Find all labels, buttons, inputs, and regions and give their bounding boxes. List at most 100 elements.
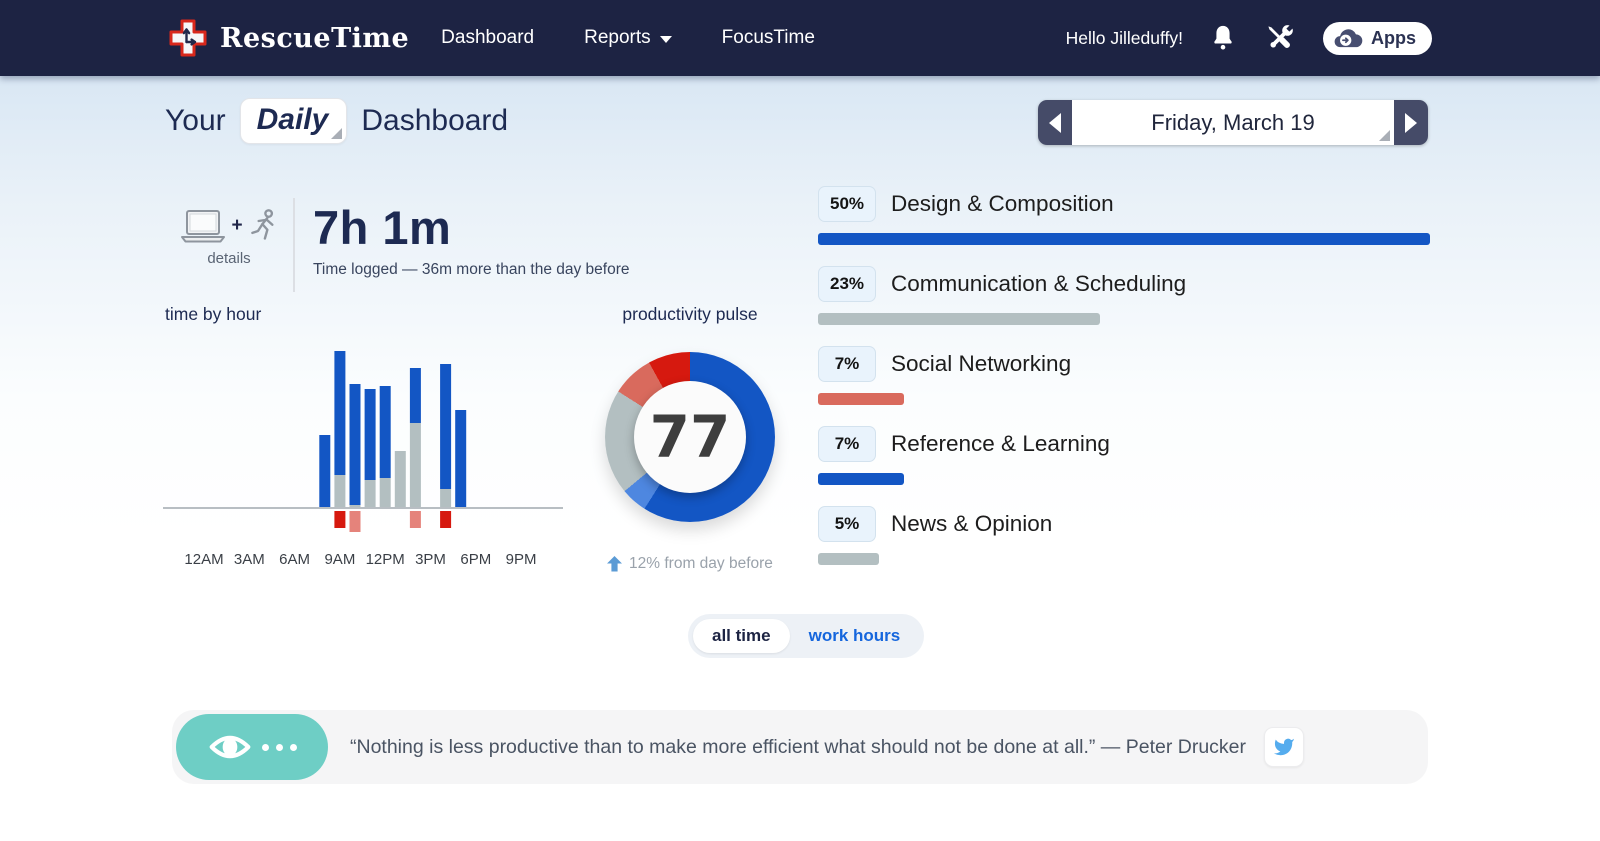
pulse-delta-text: 12% from day before xyxy=(629,555,773,572)
category-bar xyxy=(818,553,880,565)
category-percent-badge: 50% xyxy=(818,186,876,222)
quote-menu-button[interactable] xyxy=(176,714,328,780)
ellipsis-icon xyxy=(261,743,297,751)
category-percent-badge: 23% xyxy=(818,266,876,302)
nav-item-dashboard[interactable]: Dashboard xyxy=(441,27,534,49)
category-row: 5% News & Opinion xyxy=(818,506,1430,574)
hour-bar-productive xyxy=(455,410,467,508)
nav-links: Dashboard Reports FocusTime xyxy=(441,27,815,49)
hour-bar-neutral xyxy=(379,478,391,508)
x-axis-label: 12AM xyxy=(184,551,223,568)
category-row: 7% Reference & Learning xyxy=(818,426,1430,494)
hour-bar-neutral xyxy=(440,489,452,508)
hour-bar-neutral xyxy=(409,423,421,508)
x-axis-label: 3PM xyxy=(415,551,446,568)
x-axis-label: 6AM xyxy=(279,551,310,568)
apps-button-label: Apps xyxy=(1371,27,1416,48)
category-list: 50% Design & Composition 23% Communication … xyxy=(818,186,1430,586)
title-prefix: Your xyxy=(165,104,226,137)
category-row: 7% Social Networking xyxy=(818,346,1430,414)
productivity-pulse-donut: 77 xyxy=(605,352,775,522)
hour-bar-distracting xyxy=(334,511,346,528)
pulse-score: 77 xyxy=(649,403,731,471)
period-selector[interactable]: Daily xyxy=(239,98,348,144)
hour-bar-distracting xyxy=(349,511,361,532)
previous-day-button[interactable] xyxy=(1038,100,1072,145)
nav-item-reports[interactable]: Reports xyxy=(584,27,672,49)
chevron-down-icon xyxy=(659,36,672,43)
details-link-icons[interactable]: + xyxy=(165,208,293,244)
rescuetime-cross-icon xyxy=(168,18,208,58)
runner-icon xyxy=(248,208,278,244)
next-day-button[interactable] xyxy=(1394,100,1428,145)
time-logged-value: 7h 1m xyxy=(313,201,452,254)
tweet-quote-button[interactable] xyxy=(1264,727,1305,767)
hour-bar-productive xyxy=(334,351,346,475)
category-label[interactable]: Social Networking xyxy=(891,351,1071,377)
corner-triangle-icon xyxy=(1379,130,1390,141)
category-bar xyxy=(818,313,1100,325)
category-row: 50% Design & Composition xyxy=(818,186,1430,254)
x-axis-label: 12PM xyxy=(366,551,405,568)
settings-tools-icon[interactable] xyxy=(1263,21,1297,55)
notifications-bell-icon[interactable] xyxy=(1209,23,1237,53)
nav-item-focustime[interactable]: FocusTime xyxy=(722,27,815,49)
time-filter-toggle: all time work hours xyxy=(688,614,925,658)
quote-bar: “Nothing is less productive than to make… xyxy=(172,710,1428,784)
toggle-all-time[interactable]: all time xyxy=(693,619,790,653)
category-percent-badge: 7% xyxy=(818,346,876,382)
hour-bar-neutral xyxy=(394,451,406,508)
details-link[interactable]: details xyxy=(165,250,293,267)
time-logged-summary: + details 7h 1m Time logged — 36m more t… xyxy=(165,198,630,292)
donut-center: 77 xyxy=(634,381,746,493)
navbar: RescueTime Dashboard Reports FocusTime Hel… xyxy=(0,0,1600,76)
x-axis-label: 9AM xyxy=(324,551,355,568)
category-percent-badge: 5% xyxy=(818,506,876,542)
productivity-pulse-title: productivity pulse xyxy=(622,304,758,324)
arrow-up-icon xyxy=(607,556,623,572)
category-percent-badge: 7% xyxy=(818,426,876,462)
quote-text: “Nothing is less productive than to make… xyxy=(350,735,1247,758)
category-row: 23% Communication & Scheduling xyxy=(818,266,1430,334)
title-suffix: Dashboard xyxy=(361,104,509,137)
hour-bar-productive xyxy=(409,368,421,423)
x-axis-label: 6PM xyxy=(460,551,491,568)
x-axis-label: 9PM xyxy=(506,551,537,568)
hour-bar-productive xyxy=(364,389,376,480)
category-label[interactable]: Communication & Scheduling xyxy=(891,271,1186,297)
arrow-left-icon xyxy=(1049,112,1061,133)
corner-triangle-icon xyxy=(331,128,343,139)
category-bar xyxy=(818,473,904,485)
category-bar xyxy=(818,233,1430,245)
hour-bar-distracting xyxy=(440,511,452,528)
category-bar xyxy=(818,393,904,405)
page-title: Your Daily Dashboard xyxy=(165,98,508,144)
hour-bar-neutral xyxy=(334,475,346,508)
period-selector-value: Daily xyxy=(256,103,329,136)
hour-bar-distracting xyxy=(409,511,421,528)
hour-bar-productive xyxy=(319,435,331,508)
hour-bar-productive xyxy=(349,384,361,505)
plus-sign: + xyxy=(231,215,243,236)
date-navigator: Friday, March 19 xyxy=(1038,100,1428,145)
date-field[interactable]: Friday, March 19 xyxy=(1072,100,1394,145)
category-label[interactable]: Reference & Learning xyxy=(891,431,1110,457)
time-logged-note: Time logged — 36m more than the day befo… xyxy=(313,261,630,278)
hour-bar-productive xyxy=(440,364,452,489)
category-label[interactable]: Design & Composition xyxy=(891,191,1114,217)
cloud-arrow-icon xyxy=(1333,28,1363,49)
eye-icon xyxy=(208,731,252,763)
toggle-work-hours[interactable]: work hours xyxy=(790,619,920,653)
time-by-hour-chart: 12AM 3AM 6AM 9AM 12PM 3PM 6PM 9PM xyxy=(163,351,563,568)
rescuetime-logo[interactable]: RescueTime xyxy=(168,18,409,58)
time-by-hour-title: time by hour xyxy=(165,304,262,324)
category-label[interactable]: News & Opinion xyxy=(891,511,1052,537)
user-greeting: Hello Jilleduffy! xyxy=(1065,27,1183,48)
brand-name: RescueTime xyxy=(220,22,410,54)
apps-button[interactable]: Apps xyxy=(1323,21,1432,55)
date-label: Friday, March 19 xyxy=(1151,109,1315,135)
pulse-delta: 12% from day before xyxy=(590,555,790,573)
hour-bar-productive xyxy=(379,386,391,478)
x-axis-label: 3AM xyxy=(234,551,265,568)
twitter-icon xyxy=(1273,736,1295,758)
